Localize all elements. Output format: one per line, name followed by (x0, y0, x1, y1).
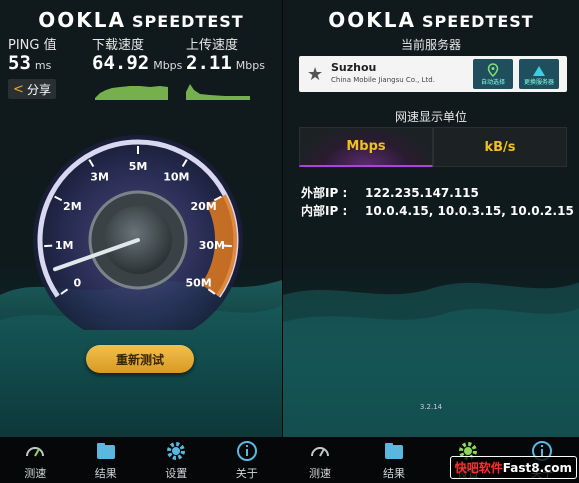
units-label: 网速显示单位 (394, 110, 467, 124)
gauge-tick-label: 3M (90, 171, 109, 184)
change-server-button[interactable]: 更换服务器 (519, 59, 559, 89)
gauge-tick-label: 2M (63, 200, 82, 213)
external-ip-row: 外部IP : 122.235.147.115 (301, 184, 479, 201)
tab-label: 测速 (24, 466, 47, 480)
tab-results[interactable]: 结果 (71, 437, 142, 483)
upload-label: 上传速度 (186, 38, 239, 53)
gauge-tick-label: 10M (163, 171, 189, 184)
ping-label: PING 值 (8, 38, 57, 53)
folder-icon (96, 442, 115, 459)
gauge-icon (26, 446, 45, 456)
unit-mbps-tab[interactable]: Mbps (299, 127, 433, 167)
ookla-logo: OOKLA (328, 8, 417, 32)
gauge-icon (311, 446, 329, 456)
download-label: 下载速度 (92, 38, 145, 53)
gauge-tick-label: 1M (55, 239, 74, 252)
gear-icon (167, 441, 186, 460)
server-name: Suzhou (331, 61, 377, 74)
speedtest-logo: SPEEDTEST (132, 12, 244, 31)
download-value: 64.92 Mbps (92, 52, 183, 74)
gauge-tick-label: 30M (199, 239, 225, 252)
speed-gauge: 0 1M 2M 3M 5M 10M 20M 30M 50M (33, 135, 243, 330)
gauge-tick-label: 20M (191, 200, 217, 213)
internal-ip-row: 内部IP : 10.0.4.15, 10.0.3.15, 10.0.2.15 (301, 202, 574, 219)
tab-label: 结果 (383, 466, 405, 480)
external-ip-value: 122.235.147.115 (365, 186, 479, 200)
unit-kbs-tab[interactable]: kB/s (433, 127, 567, 167)
tab-speedtest[interactable]: 测速 (283, 437, 357, 483)
upload-value: 2.11 Mbps (186, 52, 265, 74)
server-card: ★ Suzhou China Mobile Jiangsu Co., Ltd. … (299, 56, 567, 92)
share-icon: < (13, 81, 24, 97)
internal-ip-label: 内部IP : (301, 204, 348, 218)
share-button[interactable]: < 分享 (8, 79, 56, 99)
internal-ip-value: 10.0.4.15, 10.0.3.15, 10.0.2.15 (365, 204, 574, 218)
tab-label: 关于 (235, 466, 258, 480)
ookla-logo: OOKLA (38, 8, 127, 32)
ping-value: 53 ms (8, 52, 52, 74)
settings-screen: OOKLA SPEEDTEST 当前服务器 ★ Suzhou China Mobi… (282, 0, 579, 483)
brand-logo: OOKLA SPEEDTEST (283, 8, 579, 32)
upload-unit: Mbps (235, 59, 265, 72)
ping-unit: ms (34, 59, 52, 72)
star-icon[interactable]: ★ (307, 64, 323, 85)
upload-sparkline (186, 84, 250, 100)
gauge-tick-mark (44, 244, 53, 248)
watermark-cn: 快吧软件 (454, 461, 503, 475)
watermark-en: Fast8.com (502, 461, 572, 475)
download-unit: Mbps (153, 59, 183, 72)
gauge-tick-label: 5M (129, 160, 148, 173)
unit-selector: Mbps kB/s (299, 127, 567, 167)
info-icon (236, 440, 257, 461)
location-pin-icon (487, 63, 499, 77)
download-sparkline (95, 86, 168, 100)
triangle-icon (533, 66, 545, 76)
tab-label: 设置 (165, 466, 188, 480)
change-server-label: 更换服务器 (523, 79, 554, 86)
auto-select-label: 自动选择 (480, 79, 505, 86)
version-text: 3.2.14 (419, 403, 443, 411)
tab-bar: 测速 结果 设置 关于 (0, 437, 282, 483)
speedtest-logo: SPEEDTEST (422, 12, 534, 31)
share-label: 分享 (26, 82, 51, 97)
gauge-tick-label: 50M (185, 276, 211, 289)
tab-about[interactable]: 关于 (212, 437, 283, 483)
brand-logo: OOKLA SPEEDTEST (0, 8, 282, 32)
current-server-label: 当前服务器 (400, 38, 461, 52)
tab-results[interactable]: 结果 (357, 437, 431, 483)
tab-speedtest[interactable]: 测速 (0, 437, 71, 483)
tab-label: 结果 (94, 466, 117, 480)
folder-icon (385, 442, 403, 459)
tab-settings[interactable]: 设置 (141, 437, 212, 483)
auto-select-button[interactable]: 自动选择 (473, 59, 513, 89)
gauge-tick-label: 0 (74, 276, 82, 289)
tab-label: 测速 (309, 466, 331, 480)
gauge-tick-mark (223, 244, 232, 248)
speedtest-screen: OOKLA SPEEDTEST PING 值 下载速度 上传速度 53 ms 64.… (0, 0, 282, 483)
watermark: 快吧软件Fast8.com (449, 456, 577, 479)
external-ip-label: 外部IP : (301, 186, 348, 200)
retest-button[interactable]: 重新测试 (86, 345, 194, 373)
server-provider: China Mobile Jiangsu Co., Ltd. (331, 76, 435, 84)
